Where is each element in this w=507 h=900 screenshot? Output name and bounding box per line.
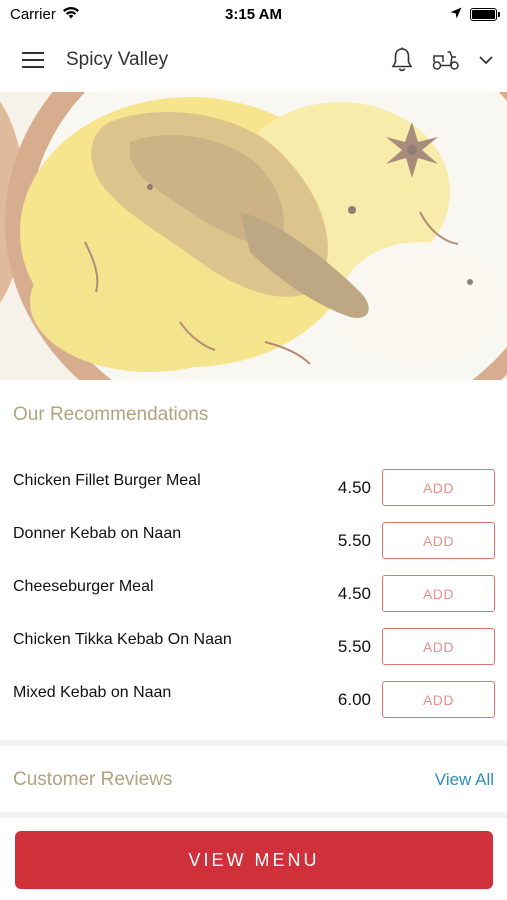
- list-item: Chicken Tikka Kebab On Naan 5.50 ADD: [0, 627, 507, 680]
- add-button[interactable]: ADD: [382, 575, 495, 612]
- reviews-title: Customer Reviews: [13, 769, 173, 790]
- item-price: 4.50: [337, 478, 371, 497]
- recommendations-title: Our Recommendations: [13, 404, 209, 425]
- item-price: 6.00: [337, 690, 371, 709]
- footer: VIEW MENU: [0, 818, 507, 900]
- item-price: 5.50: [337, 531, 371, 550]
- item-name: Chicken Fillet Burger Meal: [13, 472, 201, 489]
- add-button[interactable]: ADD: [382, 681, 495, 718]
- add-button[interactable]: ADD: [382, 469, 495, 506]
- menu-icon[interactable]: [22, 52, 44, 68]
- recommendations-section: Our Recommendations Chicken Fillet Burge…: [0, 380, 507, 740]
- add-button[interactable]: ADD: [382, 522, 495, 559]
- view-all-link[interactable]: View All: [435, 770, 494, 790]
- reviews-section: Customer Reviews View All: [0, 746, 507, 812]
- status-bar: Carrier 3:15 AM: [0, 0, 507, 28]
- item-name: Mixed Kebab on Naan: [13, 684, 172, 701]
- add-button[interactable]: ADD: [382, 628, 495, 665]
- hero-image: [0, 92, 507, 380]
- chevron-down-icon[interactable]: [479, 55, 493, 65]
- item-price: 5.50: [337, 637, 371, 656]
- list-item: Cheeseburger Meal 4.50 ADD: [0, 574, 507, 627]
- app-header: Spicy Valley: [0, 28, 507, 92]
- scooter-icon[interactable]: [431, 49, 461, 71]
- bell-icon[interactable]: [391, 47, 413, 73]
- view-menu-button[interactable]: VIEW MENU: [15, 831, 493, 889]
- item-name: Donner Kebab on Naan: [13, 525, 182, 542]
- page-title: Spicy Valley: [66, 49, 169, 70]
- recommendations-list: Chicken Fillet Burger Meal 4.50 ADD Donn…: [0, 468, 507, 733]
- item-name: Cheeseburger Meal: [13, 578, 154, 595]
- list-item: Mixed Kebab on Naan 6.00 ADD: [0, 680, 507, 733]
- list-item: Donner Kebab on Naan 5.50 ADD: [0, 521, 507, 574]
- item-name: Chicken Tikka Kebab On Naan: [13, 631, 232, 648]
- header-actions: [391, 47, 493, 73]
- hero-overlay: [0, 92, 507, 380]
- status-time: 3:15 AM: [225, 5, 282, 23]
- battery-icon: [470, 7, 500, 21]
- item-price: 4.50: [337, 584, 371, 603]
- list-item: Chicken Fillet Burger Meal 4.50 ADD: [0, 468, 507, 521]
